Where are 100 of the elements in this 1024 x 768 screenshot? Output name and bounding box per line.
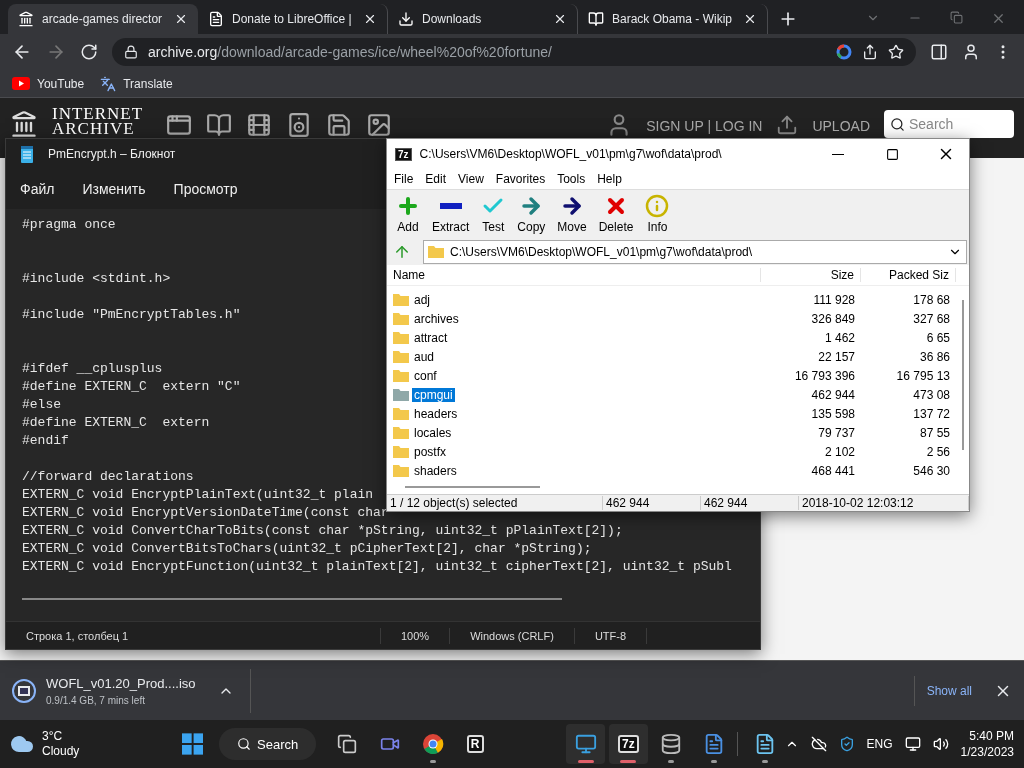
google-icon[interactable] [836,44,852,60]
info-icon [645,194,670,219]
lock-icon [124,45,138,59]
table-cell-text: 1 462 [823,330,856,345]
table-cell-text: 6 65 [925,330,951,345]
browser-icon [421,733,444,755]
floppy-icon[interactable] [326,112,352,138]
file-name[interactable]: aud [412,349,437,364]
file-name[interactable]: locales [412,425,454,440]
toolbar-button[interactable]: Move [552,194,592,235]
menu-item[interactable]: File [389,170,419,189]
status-text: 462 944 [701,495,799,510]
code-line: //forward declarations [22,468,194,486]
menu-item[interactable]: Help [592,170,627,189]
language-indicator[interactable]: ENG [866,737,893,751]
start-icon[interactable] [182,733,204,755]
image-icon[interactable] [366,112,392,138]
taskbar-app[interactable]: R [455,724,495,764]
site-logo[interactable]: INTERNET ARCHIVE [52,106,152,136]
profile-icon[interactable] [962,43,980,61]
scrollbar-thumb[interactable] [961,300,964,451]
path-field[interactable]: C:\Users\VM6\Desktop\WOFL_v01\pm\g7\wof\data\prod\ [423,239,967,264]
menu-item[interactable]: Изменить [72,175,156,203]
url-text: archive.org/download/arcade-games/ice/wheel%20of%20fortune/ [148,44,553,60]
book-icon[interactable] [206,112,232,138]
book-icon [588,11,604,27]
file-name[interactable]: adj [412,292,432,307]
file-name[interactable]: conf [412,368,439,383]
menu-item[interactable]: Favorites [490,170,551,189]
sign-in-link[interactable]: SIGN UP | LOG IN [646,118,763,134]
toolbar-button[interactable]: Extract [427,194,475,235]
menu-item[interactable]: Просмотр [163,175,248,203]
toolbar-button[interactable]: Delete [593,194,639,235]
menu-item[interactable]: View [453,170,489,189]
close-icon[interactable] [743,12,757,26]
building-icon [18,11,34,27]
taskbar-app[interactable]: 7z [609,724,648,764]
speaker-icon[interactable] [286,112,312,138]
window-title: PmEncrypt.h – Блокнот [48,147,176,161]
menu-item[interactable]: Файл [10,175,65,203]
bookmark[interactable]: YouTube [12,76,85,91]
share-icon[interactable] [862,44,878,60]
table-cell-text: 473 08 [912,387,951,402]
column-header[interactable]: Name [387,268,761,283]
restore-icon[interactable] [950,11,963,24]
status-text: 100% [381,627,451,644]
file-name[interactable]: headers [412,406,460,421]
file-name[interactable]: postfx [412,444,448,459]
search-field[interactable]: Search [884,110,1014,138]
table-cell-text: 135 598 [810,406,856,421]
file-name[interactable]: shaders [412,463,459,478]
download-icon [398,11,414,27]
code-line: #endif [22,432,69,450]
building-icon [10,110,38,138]
window-icon[interactable] [166,112,192,138]
scrollbar-thumb[interactable] [22,598,562,600]
close-icon[interactable] [174,12,188,26]
toolbar-button[interactable]: Info [640,194,675,235]
cloud-off-icon[interactable] [810,736,827,752]
menu-item[interactable]: Edit [420,170,452,189]
star-icon[interactable] [888,44,904,60]
database-icon [660,733,683,755]
side-panel-icon[interactable] [930,43,948,61]
toolbar-button[interactable]: Test [476,194,511,235]
taskbar-search[interactable]: Search [219,728,316,760]
table-cell-text: 546 30 [912,463,951,478]
download-name[interactable]: WOFL_v01.20_Prod....iso [46,675,196,691]
address-bar[interactable]: archive.org/download/arcade-games/ice/wheel%20of%20fortune/ [112,38,916,66]
upload-link[interactable]: UPLOAD [812,118,870,134]
toolbar-button[interactable]: Add [391,194,425,235]
toolbar-button[interactable]: Copy [512,194,551,235]
close-icon[interactable] [363,12,377,26]
network-icon[interactable] [904,736,921,752]
reload-icon[interactable] [80,43,98,61]
maximize-icon [885,147,899,161]
menu-item[interactable]: Tools [552,170,591,189]
bookmark[interactable]: Translate [100,75,173,92]
column-header[interactable]: Packed Siz [861,268,956,283]
clock[interactable]: 5:40 PM 1/23/2023 [960,728,1014,760]
table-cell-text: 36 86 [918,349,951,364]
file-name[interactable]: attract [412,330,450,345]
table-cell-text: 326 849 [810,311,856,326]
file-name[interactable]: archives [412,311,461,326]
file-name[interactable]: cpmgui [412,387,455,402]
table-cell-text: 16 793 396 [793,368,856,383]
table-cell-text: 2 102 [823,444,856,459]
shield-icon[interactable] [838,736,855,752]
folder-icon [393,426,409,440]
film-icon[interactable] [246,112,272,138]
column-header[interactable]: Size [761,268,861,283]
browser-tab[interactable]: arcade-games director [8,4,198,34]
code-line: #include "PmEncryptTables.h" [22,306,241,324]
scrollbar-thumb[interactable] [405,485,540,488]
show-all-link[interactable]: Show all [913,675,984,706]
close-icon[interactable] [553,12,567,26]
taskbar-app[interactable] [566,724,606,764]
volume-icon[interactable] [932,736,949,752]
code-line: #define EXTERN_C extern "C" [22,378,241,396]
code-line: #ifdef __cplusplus [22,360,163,378]
code-line: #include <stdint.h> [22,270,171,288]
